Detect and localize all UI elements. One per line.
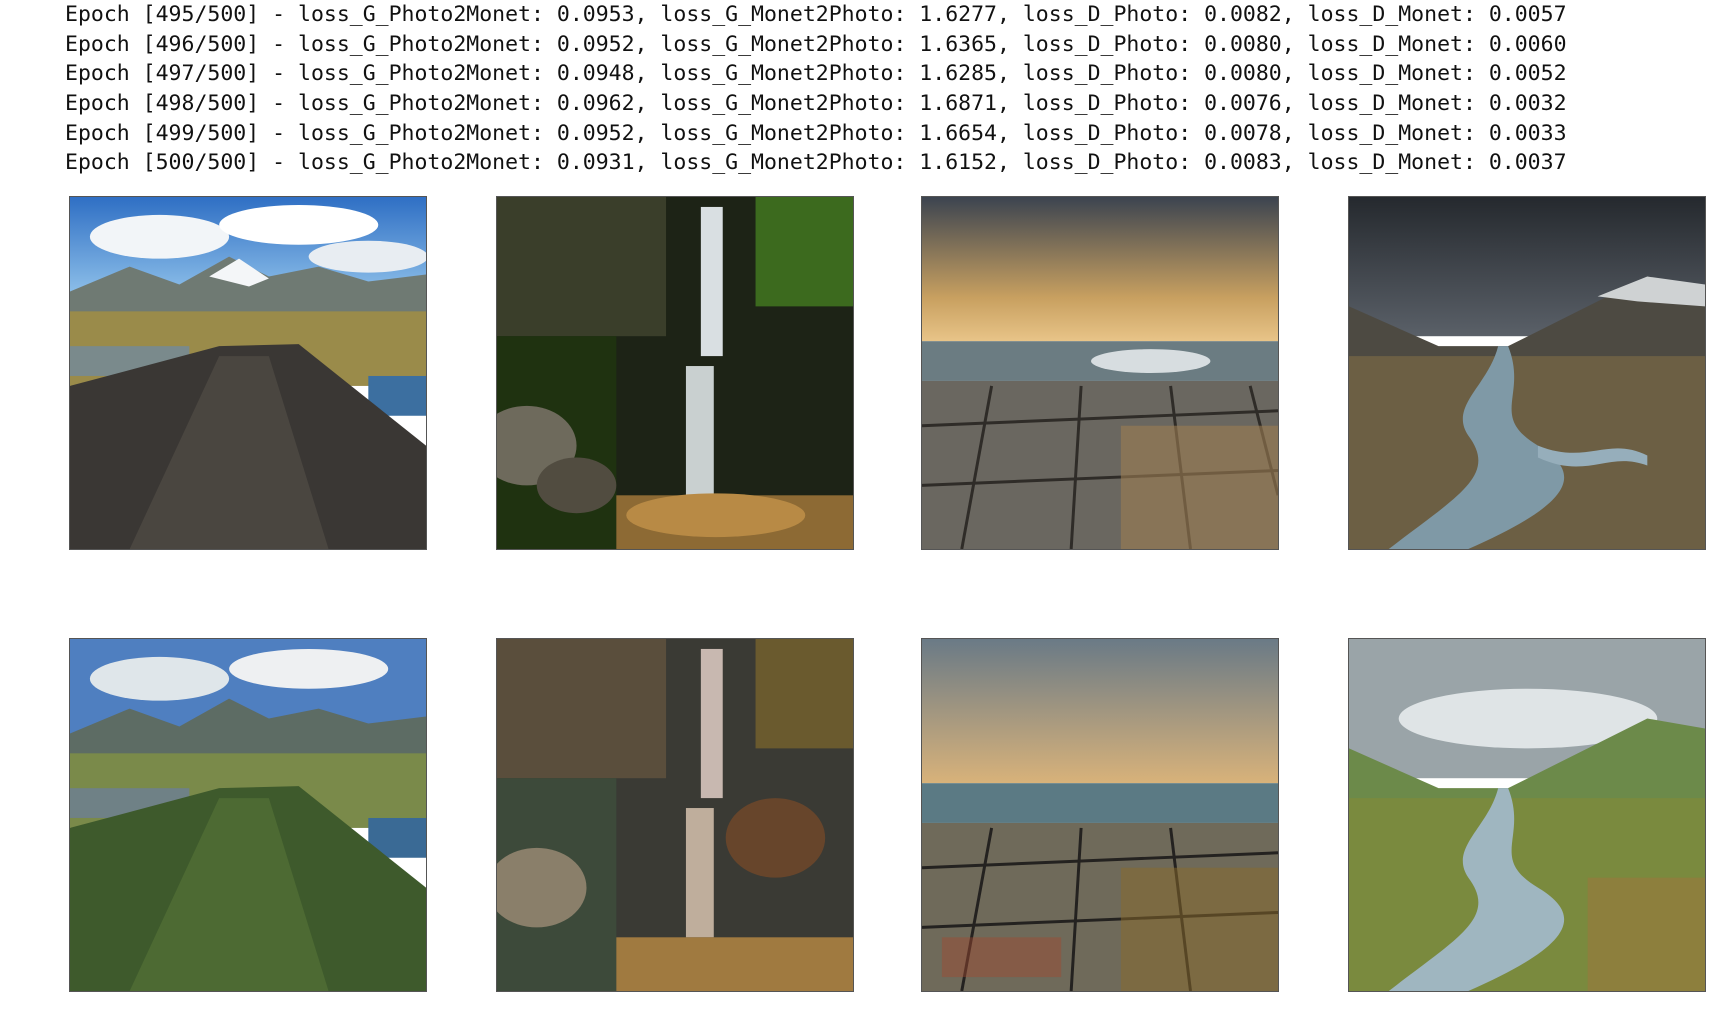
training-log-output: Epoch [495/500] - loss_G_Photo2Monet: 0.… xyxy=(65,0,1567,178)
photo-mountain-road xyxy=(69,196,427,550)
photo-waterfall xyxy=(496,196,854,550)
photo-rocky-shore xyxy=(921,196,1279,550)
photo-valley-river xyxy=(1348,196,1706,550)
log-line-epoch-496: Epoch [496/500] - loss_G_Photo2Monet: 0.… xyxy=(65,31,1567,57)
monet-valley-river xyxy=(1348,638,1706,992)
log-line-epoch-495: Epoch [495/500] - loss_G_Photo2Monet: 0.… xyxy=(65,2,1567,27)
log-line-epoch-498: Epoch [498/500] - loss_G_Photo2Monet: 0.… xyxy=(65,91,1567,117)
monet-waterfall xyxy=(496,638,854,992)
log-line-epoch-500: Epoch [500/500] - loss_G_Photo2Monet: 0.… xyxy=(65,150,1567,176)
monet-mountain-road xyxy=(69,638,427,992)
log-line-epoch-497: Epoch [497/500] - loss_G_Photo2Monet: 0.… xyxy=(65,61,1567,87)
log-line-epoch-499: Epoch [499/500] - loss_G_Photo2Monet: 0.… xyxy=(65,120,1567,146)
monet-rocky-shore xyxy=(921,638,1279,992)
